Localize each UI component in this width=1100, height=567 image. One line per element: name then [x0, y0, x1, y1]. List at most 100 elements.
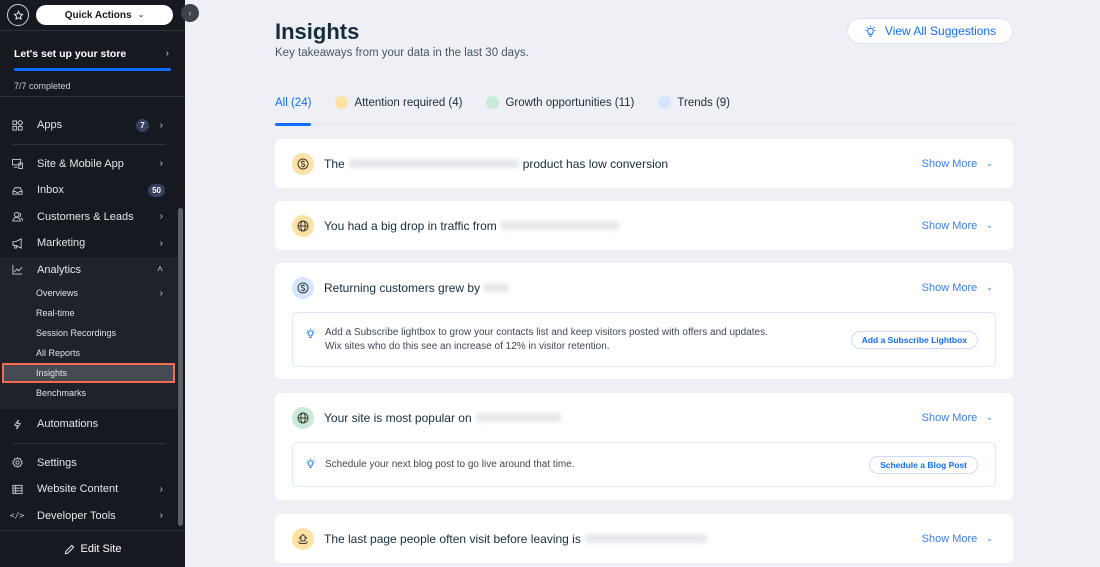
suggestion-box: Add a Subscribe lightbox to grow your co…	[292, 312, 996, 367]
sidebar-item-automations[interactable]: Automations	[0, 411, 177, 438]
insight-card-header[interactable]: Returning customers grew by Show More ⌄	[275, 263, 1013, 312]
lightbulb-icon	[305, 326, 317, 344]
customers-icon	[11, 211, 23, 223]
insight-title: Your site is most popular on	[324, 411, 565, 425]
insight-card: The last page people often visit before …	[275, 514, 1013, 563]
code-icon: </>	[9, 511, 25, 521]
setup-title: Let's set up your store	[14, 48, 127, 60]
setup-completed-text: 7/7 completed	[14, 81, 71, 91]
tab-growth-opportunities[interactable]: Growth opportunities (11)	[486, 90, 634, 125]
add-subscribe-lightbox-button[interactable]: Add a Subscribe Lightbox	[850, 330, 978, 349]
chevron-right-icon: ›	[159, 237, 163, 249]
exit-page-icon	[292, 527, 314, 550]
chevron-down-icon: ⌄	[986, 413, 993, 422]
sidebar-item-marketing[interactable]: Marketing ›	[0, 230, 177, 257]
sidebar-subitem-label: Real-time	[36, 308, 75, 318]
sidebar-item-label: Apps	[37, 119, 63, 132]
show-more-label: Show More	[921, 532, 978, 545]
show-more-button[interactable]: Show More ⌄	[922, 412, 993, 424]
apps-icon	[11, 119, 23, 131]
lightbulb-icon	[305, 456, 317, 474]
sidebar-item-inbox[interactable]: Inbox 50	[0, 177, 177, 204]
dollar-icon	[292, 276, 314, 299]
show-more-button[interactable]: Show More ⌄	[922, 158, 993, 170]
show-more-label: Show More	[921, 157, 978, 170]
chevron-right-icon: ›	[159, 119, 163, 131]
edit-site-label: Edit Site	[80, 543, 122, 555]
sidebar-item-customers-leads[interactable]: Customers & Leads ›	[0, 204, 177, 231]
tab-attention-required[interactable]: Attention required (4)	[335, 90, 462, 125]
chevron-right-icon: ›	[165, 48, 169, 59]
chevron-right-icon: ›	[159, 510, 163, 522]
show-more-button[interactable]: Show More ⌄	[922, 282, 993, 294]
insight-card-header[interactable]: You had a big drop in traffic from Show …	[275, 201, 1013, 250]
tab-label: All (24)	[275, 96, 312, 109]
sidebar-subitem-session-recordings[interactable]: Session Recordings	[0, 323, 177, 343]
insight-card-header[interactable]: The last page people often visit before …	[275, 514, 1013, 563]
automations-bolt-icon	[11, 418, 23, 430]
insight-card: You had a big drop in traffic from Show …	[275, 201, 1013, 250]
insight-title: You had a big drop in traffic from	[324, 219, 623, 233]
redacted-value	[348, 159, 519, 168]
sidebar-item-label: Settings	[37, 456, 77, 469]
sidebar-item-label: Automations	[37, 418, 99, 431]
show-more-button[interactable]: Show More ⌄	[922, 533, 993, 545]
insight-title: The product has low conversion	[324, 157, 668, 171]
show-more-button[interactable]: Show More ⌄	[922, 220, 993, 232]
chevron-up-icon: ˄	[157, 264, 163, 276]
sidebar-scrollbar[interactable]	[178, 208, 183, 526]
insight-card-header[interactable]: The product has low conversion Show More…	[275, 139, 1013, 188]
sidebar-item-analytics[interactable]: Analytics ˄	[0, 257, 177, 284]
dollar-icon	[292, 152, 314, 175]
setup-progress-fill	[14, 68, 171, 71]
view-all-suggestions-button[interactable]: View All Suggestions	[847, 18, 1013, 44]
sidebar-item-apps[interactable]: Apps 7 ›	[0, 112, 177, 139]
chevron-right-icon: ›	[159, 211, 163, 223]
sidebar-subitem-insights[interactable]: Insights	[2, 363, 175, 383]
apps-count-badge: 7	[136, 118, 149, 132]
chevron-down-icon: ⌄	[137, 9, 145, 19]
favorites-button[interactable]	[7, 4, 29, 26]
collapse-sidebar-button[interactable]: ‹	[181, 4, 199, 22]
chevron-right-icon: ›	[159, 158, 163, 170]
sidebar-subitem-label: Overviews	[36, 288, 79, 298]
insight-title-suffix: product has low conversion	[522, 156, 669, 171]
chevron-down-icon: ⌄	[986, 221, 993, 230]
table-icon	[11, 483, 23, 495]
tab-all[interactable]: All (24)	[275, 90, 312, 126]
sidebar-subitem-benchmarks[interactable]: Benchmarks	[0, 383, 177, 403]
insight-card-header[interactable]: Your site is most popular on Show More ⌄	[275, 393, 1013, 442]
suggestion-text: Add a Subscribe lightbox to grow your co…	[325, 327, 768, 352]
sidebar-item-label: Analytics	[37, 263, 82, 276]
schedule-blog-post-button[interactable]: Schedule a Blog Post	[869, 455, 978, 474]
setup-progress-card[interactable]: Let's set up your store › 7/7 completed	[0, 31, 185, 97]
sidebar-item-label: Website Content	[37, 483, 119, 496]
sidebar-item-website-content[interactable]: Website Content ›	[0, 476, 177, 503]
sidebar-divider	[12, 442, 165, 444]
redacted-value	[584, 534, 707, 543]
tab-label: Trends (9)	[677, 96, 731, 109]
quick-actions-button[interactable]: Quick Actions ⌄	[36, 5, 173, 25]
tab-trends[interactable]: Trends (9)	[658, 90, 730, 125]
sidebar-subitem-label: Insights	[36, 368, 68, 378]
star-icon	[12, 9, 24, 20]
show-more-label: Show More	[921, 411, 978, 424]
sidebar-subitem-label: All Reports	[36, 348, 81, 358]
edit-site-button[interactable]: Edit Site	[0, 530, 185, 567]
insight-title-prefix: Returning customers grew by	[324, 280, 481, 295]
chevron-down-icon: ⌄	[986, 534, 993, 543]
insight-card: The product has low conversion Show More…	[275, 139, 1013, 188]
redacted-value	[500, 221, 619, 230]
inbox-icon	[11, 184, 23, 196]
sidebar-item-developer-tools[interactable]: </> Developer Tools ›	[0, 503, 177, 530]
sidebar-item-settings[interactable]: Settings	[0, 450, 177, 477]
show-more-label: Show More	[921, 281, 978, 294]
suggestion-box: Schedule your next blog post to go live …	[292, 442, 996, 487]
sidebar-subitem-all-reports[interactable]: All Reports	[0, 343, 177, 363]
sidebar-subitem-real-time[interactable]: Real-time	[0, 303, 177, 323]
sidebar-subitem-overviews[interactable]: Overviews ›	[0, 283, 177, 303]
insight-title-prefix: You had a big drop in traffic from	[324, 218, 497, 233]
sidebar-divider	[12, 143, 165, 145]
attention-dot-icon	[335, 96, 349, 109]
sidebar-item-site-mobile-app[interactable]: Site & Mobile App ›	[0, 151, 177, 178]
